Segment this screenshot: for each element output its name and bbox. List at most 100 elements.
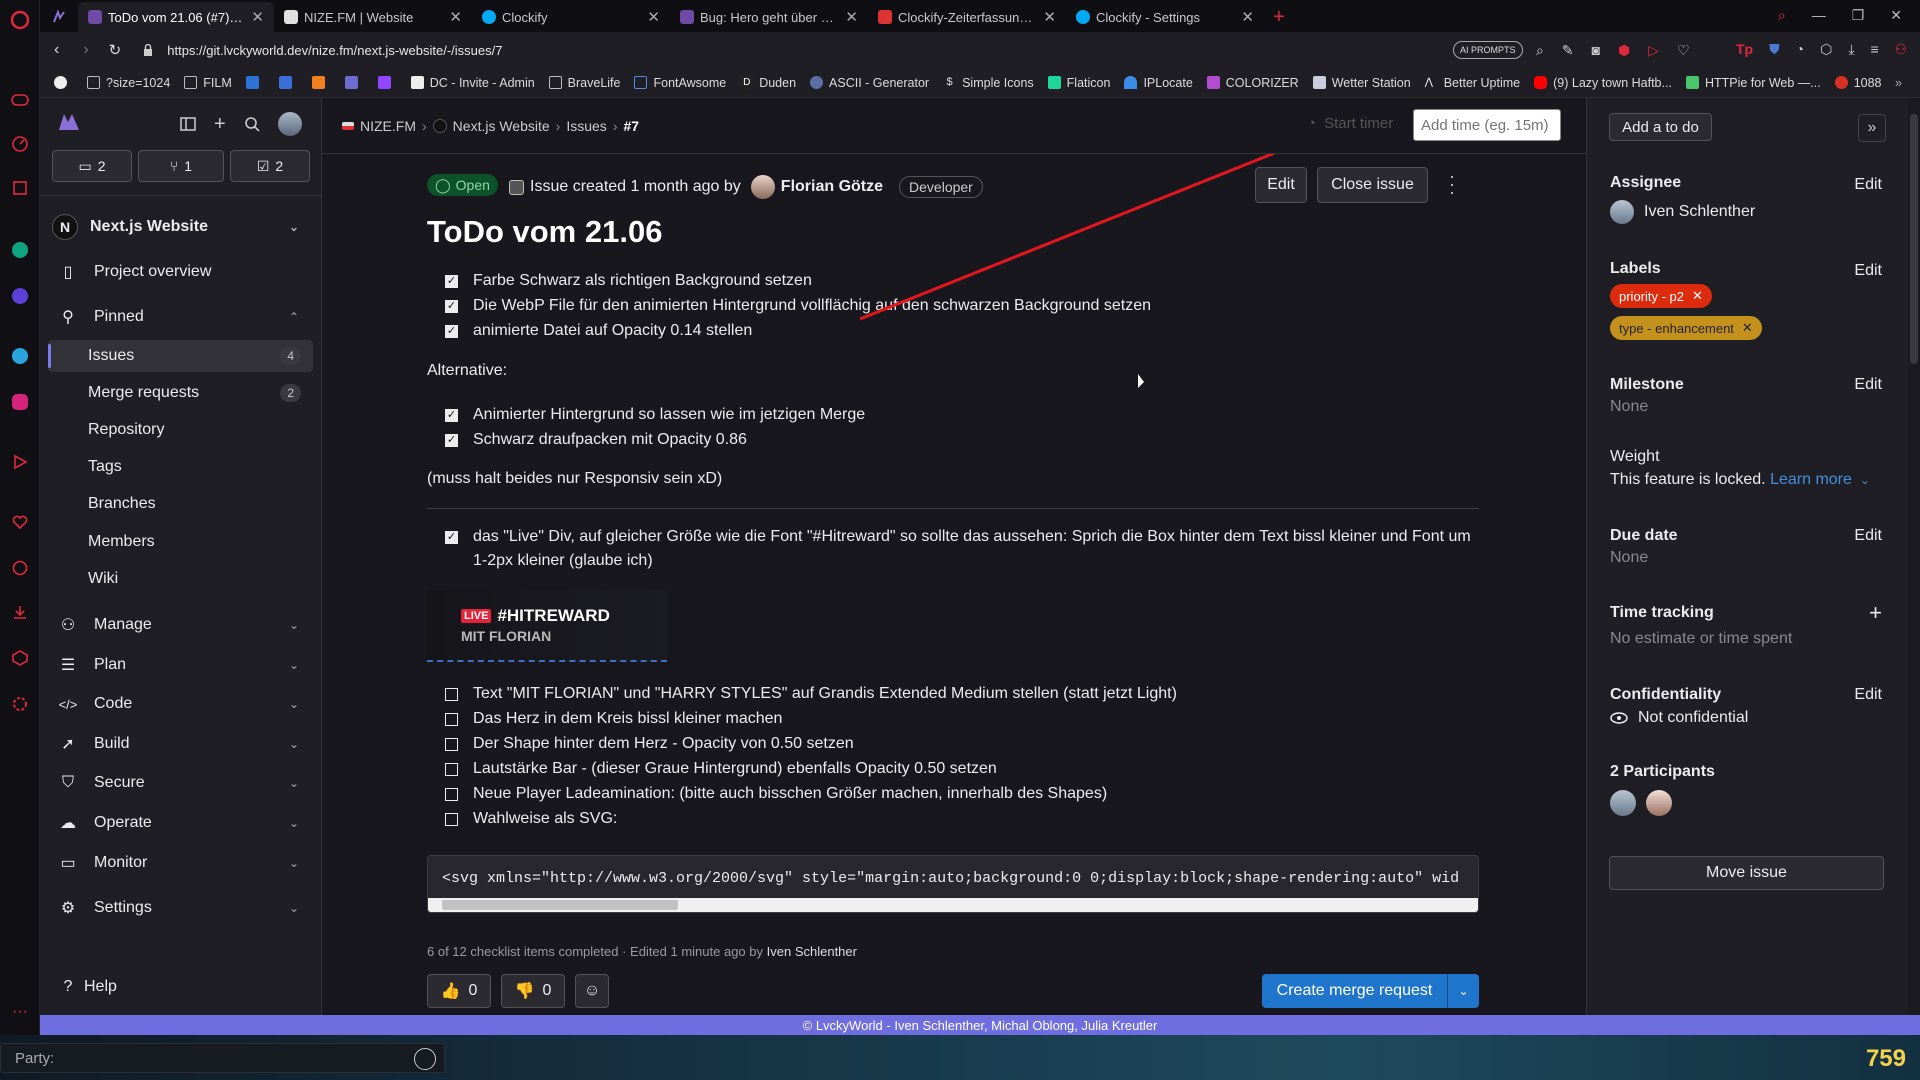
add-time-input[interactable] xyxy=(1413,109,1561,141)
play-icon[interactable]: ▷ xyxy=(1648,42,1659,59)
discord-icon[interactable] xyxy=(414,1048,436,1070)
twitch-icon[interactable] xyxy=(8,176,32,200)
page-scrollbar-thumb[interactable] xyxy=(1910,114,1918,364)
confidentiality-edit-button[interactable]: Edit xyxy=(1854,686,1882,704)
download-icon[interactable] xyxy=(8,600,32,624)
bookmark-dc-invite[interactable]: DC - Invite - Admin xyxy=(410,76,535,90)
todos-button[interactable]: ☑ 2 xyxy=(230,150,310,182)
bookmark-iplocate[interactable]: IPLocate xyxy=(1124,76,1193,90)
bookmark-ascii[interactable]: ASCII - Generator xyxy=(810,76,929,90)
learn-more-link[interactable]: Learn more xyxy=(1770,471,1852,488)
sidebar-item-code[interactable]: </> Code ⌄ xyxy=(48,687,313,721)
assignee-avatar[interactable] xyxy=(1610,200,1634,224)
settings-gear-icon[interactable] xyxy=(8,692,32,716)
gamepad-icon[interactable] xyxy=(8,88,32,112)
bookmark-fontawesome[interactable]: FontAwsome xyxy=(634,76,726,90)
project-switcher[interactable]: N Next.js Website ⌄ xyxy=(48,210,313,244)
opera-logo-icon[interactable] xyxy=(8,8,32,32)
close-tab-icon[interactable]: ✕ xyxy=(251,8,264,26)
breadcrumb-issues[interactable]: Issues xyxy=(566,118,606,134)
page-scrollbar[interactable] xyxy=(1908,98,1920,1015)
chevron-down-icon[interactable]: ⌄ xyxy=(1860,473,1870,487)
breadcrumb-project[interactable]: Next.js Website xyxy=(453,118,550,134)
sidebar-item-issues[interactable]: Issues 4 xyxy=(48,340,313,372)
bookmark-gmail[interactable]: 1088 xyxy=(1834,76,1882,90)
create-new-icon[interactable]: + xyxy=(214,114,226,134)
downloads-icon[interactable]: ⤓ xyxy=(1848,41,1854,58)
camera-icon[interactable]: ◙ xyxy=(1592,42,1600,59)
bookmark-twitch[interactable] xyxy=(377,76,397,89)
player-icon[interactable] xyxy=(8,450,32,474)
minimize-icon[interactable]: — xyxy=(1812,7,1826,23)
ai-prompts-button[interactable]: AI PROMPTS xyxy=(1453,41,1523,59)
bookmark-youtube[interactable]: (9) Lazy town Haftb... xyxy=(1534,76,1672,90)
close-tab-icon[interactable]: ✕ xyxy=(449,8,462,26)
telegram-icon[interactable] xyxy=(8,344,32,368)
extensions-cube-icon[interactable]: ⬡ xyxy=(1820,41,1832,58)
label-priority[interactable]: priority - p2 ✕ xyxy=(1610,284,1712,308)
bookmark-wetter[interactable]: Wetter Station xyxy=(1312,76,1411,90)
back-icon[interactable]: ‹ xyxy=(54,41,59,59)
search-tabs-icon[interactable]: ⌕ xyxy=(1778,7,1786,24)
bookmark-better-uptime[interactable]: ⋀ Better Uptime xyxy=(1425,76,1520,90)
bookmark-size[interactable]: ?size=1024 xyxy=(87,76,170,90)
collapse-sidebar-icon[interactable]: » xyxy=(1858,114,1886,142)
cs-app-icon[interactable] xyxy=(8,284,32,308)
tab-clockify-zeiterfassung[interactable]: Clockify-Zeiterfassung - Ch✕ xyxy=(868,2,1066,32)
sidebar-item-project-overview[interactable]: ▯ Project overview xyxy=(48,255,313,289)
bookmark-film[interactable]: FILM xyxy=(184,76,232,90)
gitlab-logo-icon[interactable] xyxy=(58,112,80,132)
maximize-icon[interactable]: ❐ xyxy=(1852,7,1865,24)
sidebar-pinned-toggle[interactable]: ⚲ Pinned ⌃ xyxy=(48,300,313,334)
sidebar-item-repository[interactable]: Repository xyxy=(48,414,313,446)
user-avatar[interactable] xyxy=(277,112,302,136)
speedometer-icon[interactable] xyxy=(8,132,32,156)
sidebar-item-branches[interactable]: Branches xyxy=(48,488,313,520)
zoom-icon[interactable]: ⌕ xyxy=(1536,42,1544,59)
cube-icon[interactable] xyxy=(8,646,32,670)
bookmark-simple-icons[interactable]: $ Simple Icons xyxy=(943,76,1034,90)
url-field[interactable]: https://git.lvckyworld.dev/nize.fm/next.… xyxy=(167,43,502,58)
close-tab-icon[interactable]: ✕ xyxy=(845,8,858,26)
new-tab-icon[interactable]: + xyxy=(1264,2,1294,32)
sidebar-item-secure[interactable]: ⛉ Secure ⌄ xyxy=(48,766,313,800)
participant-avatar[interactable] xyxy=(1646,790,1672,816)
tab-nize-website[interactable]: NIZE.FM | Website ✕ xyxy=(274,2,472,32)
bookmark-c[interactable] xyxy=(54,76,73,89)
add-todo-button[interactable]: Add a to do xyxy=(1609,113,1712,141)
breadcrumb-issue-number[interactable]: #7 xyxy=(623,118,639,134)
more-dots-icon[interactable]: ··· xyxy=(8,1000,32,1024)
bookmark-flaticon[interactable]: Flaticon xyxy=(1047,76,1110,90)
participant-avatar[interactable] xyxy=(1610,790,1636,816)
bookmark-cloud[interactable] xyxy=(311,76,331,89)
sidebar-item-settings[interactable]: ⚙ Settings ⌄ xyxy=(48,891,313,925)
bookmark-duden[interactable]: D Duden xyxy=(740,76,796,90)
clockify-extension-icon[interactable]: ◔ xyxy=(1796,41,1804,58)
workspace-icon[interactable] xyxy=(40,2,78,32)
tab-bug-hero[interactable]: Bug: Hero geht über die N...✕ xyxy=(670,2,868,32)
forward-icon[interactable]: › xyxy=(83,41,88,59)
history-icon[interactable] xyxy=(8,556,32,580)
move-issue-button[interactable]: Move issue xyxy=(1609,856,1884,890)
remove-label-icon[interactable]: ✕ xyxy=(1742,320,1753,336)
party-input[interactable]: Party: xyxy=(0,1043,445,1073)
shield-icon[interactable]: ⬢ xyxy=(1618,42,1630,59)
close-tab-icon[interactable]: ✕ xyxy=(1043,8,1056,26)
assignee-edit-button[interactable]: Edit xyxy=(1854,176,1882,194)
tab-clockify-settings[interactable]: Clockify - Settings ✕ xyxy=(1066,2,1264,32)
reload-icon[interactable]: ↻ xyxy=(109,41,122,59)
due-date-edit-button[interactable]: Edit xyxy=(1854,527,1882,545)
labels-edit-button[interactable]: Edit xyxy=(1854,262,1882,280)
heart-outline-icon[interactable]: ♡ xyxy=(1677,42,1690,59)
search-icon[interactable] xyxy=(244,116,260,132)
start-timer-button[interactable]: ◔ Start timer xyxy=(1307,115,1393,132)
sidebar-item-operate[interactable]: ☁ Operate ⌄ xyxy=(48,806,313,840)
heart-icon[interactable] xyxy=(8,510,32,534)
menu-icon[interactable]: ≡ xyxy=(1871,41,1879,58)
label-type[interactable]: type - enhancement ✕ xyxy=(1610,316,1762,340)
close-tab-icon[interactable]: ✕ xyxy=(647,8,660,26)
instagram-icon[interactable] xyxy=(8,390,32,414)
sidebar-item-manage[interactable]: ⚇ Manage ⌄ xyxy=(48,608,313,642)
translate-extension-icon[interactable]: Tp xyxy=(1736,41,1753,58)
breadcrumb-nize[interactable]: NIZE.FM xyxy=(360,118,416,134)
